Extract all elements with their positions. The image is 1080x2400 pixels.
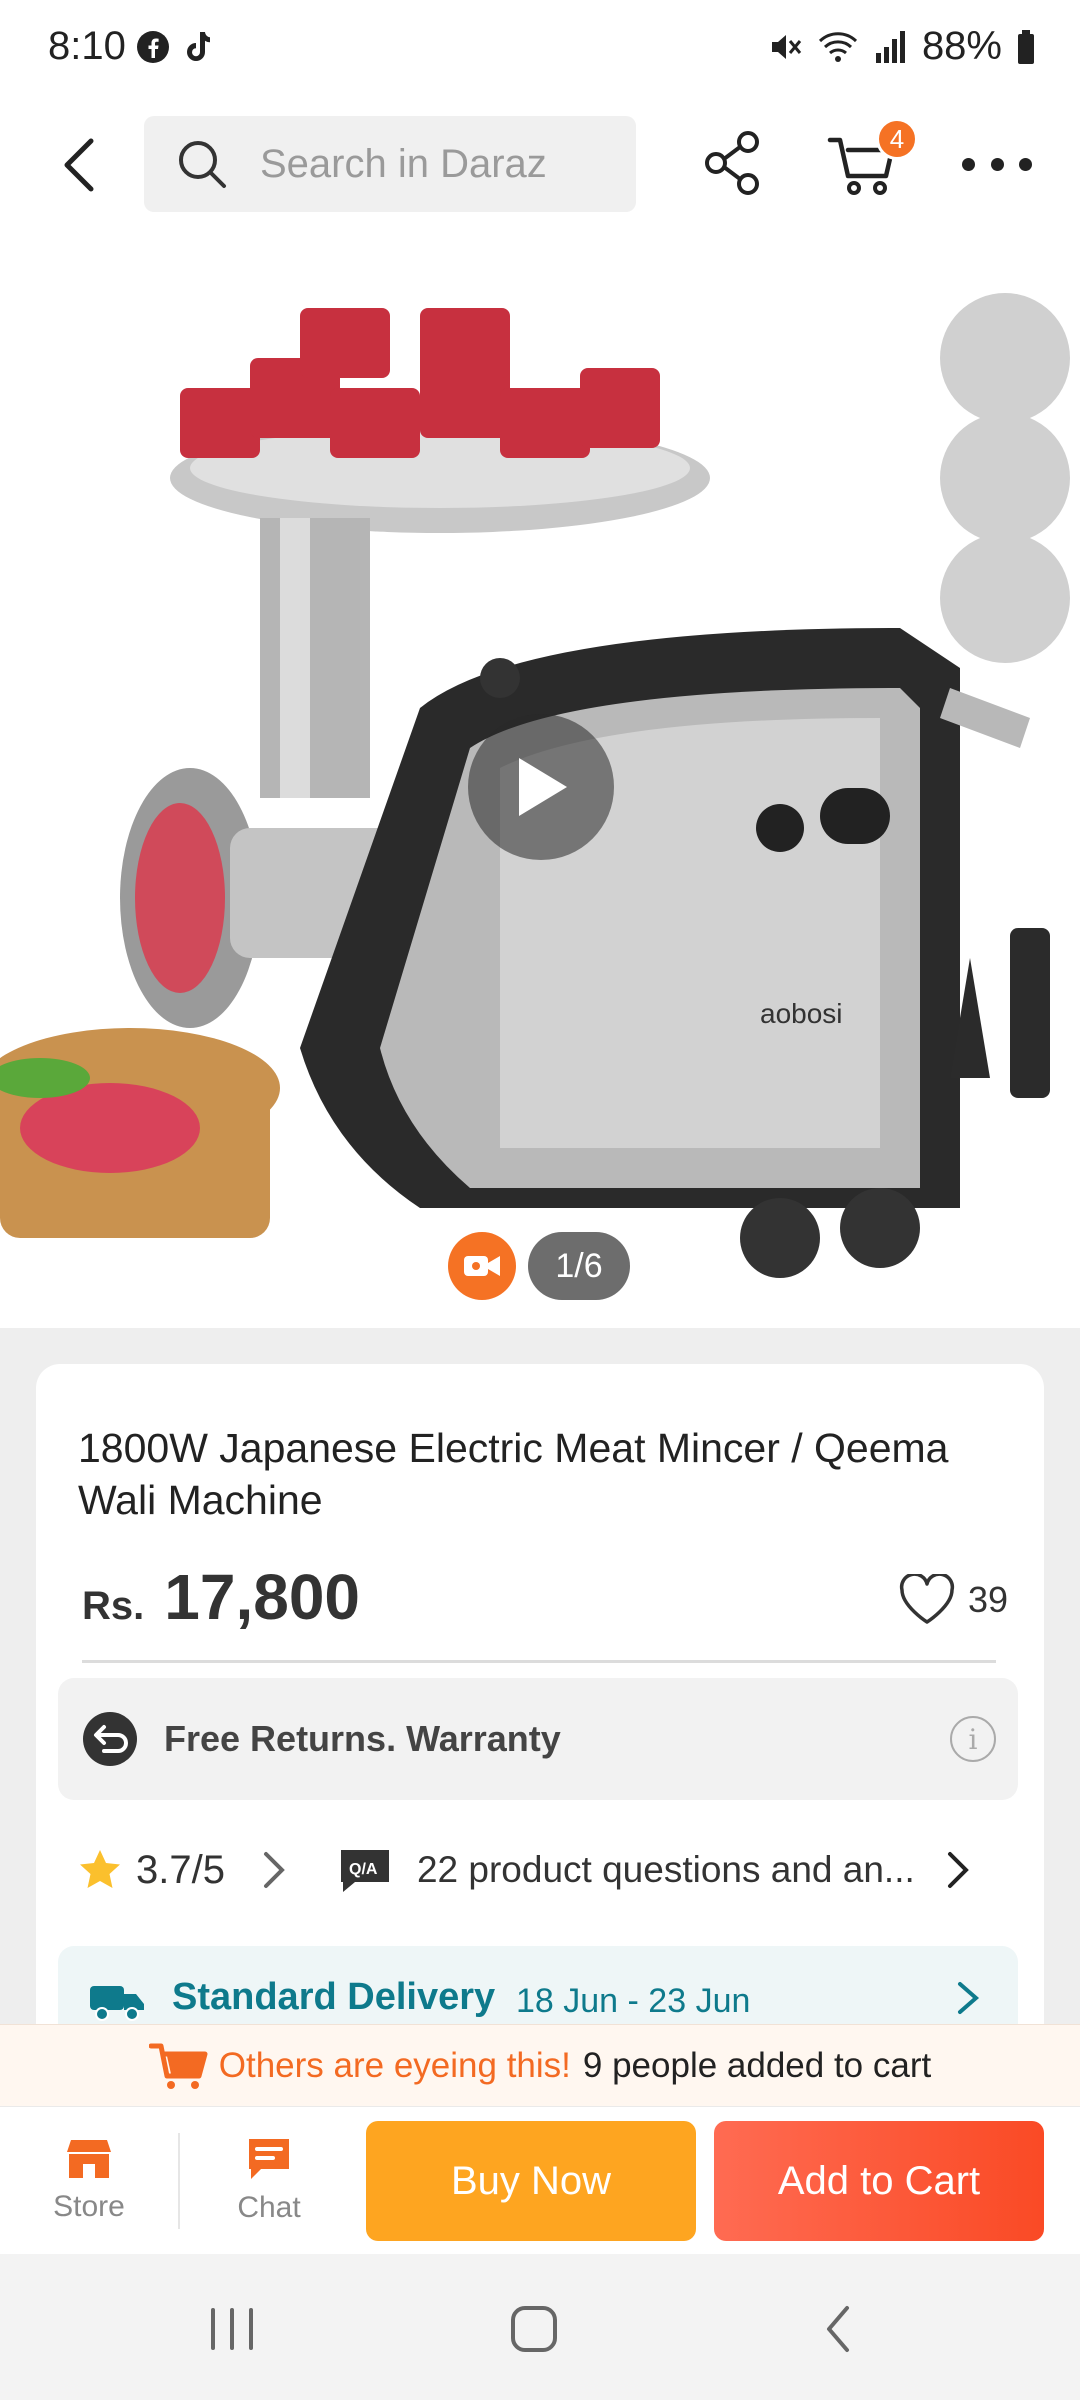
bottom-action-bar: Store Chat Buy Now Add to Cart — [0, 2106, 1080, 2254]
search-input[interactable]: Search in Daraz — [144, 116, 636, 212]
more-dot-icon — [962, 157, 975, 171]
svg-text:Q/A: Q/A — [349, 1861, 378, 1878]
share-button[interactable] — [698, 128, 768, 198]
buy-now-button[interactable]: Buy Now — [366, 2121, 696, 2241]
wishlist-count: 39 — [967, 1579, 1008, 1620]
eyeing-highlight: Others are eyeing this! — [218, 2045, 571, 2085]
heart-icon — [899, 1574, 955, 1624]
back-button[interactable] — [44, 130, 114, 200]
search-placeholder: Search in Daraz — [260, 141, 547, 186]
chevron-left-icon — [64, 138, 94, 192]
recent-apps-button[interactable] — [192, 2294, 272, 2364]
delivery-label: Standard Delivery — [172, 1976, 496, 2018]
play-icon — [519, 758, 567, 816]
status-time: 8:10 — [48, 24, 126, 68]
add-to-cart-button[interactable]: Add to Cart — [714, 2121, 1044, 2241]
wifi-icon — [818, 31, 857, 62]
rating-qa-row: 3.7/5 Q/A 22 product questions and an... — [78, 1840, 1008, 1900]
gallery-page-indicator: 1/6 — [528, 1232, 630, 1300]
system-navigation-bar — [0, 2254, 1080, 2400]
battery-icon — [1018, 29, 1034, 64]
tiktok-icon — [187, 32, 210, 61]
divider — [178, 2133, 180, 2229]
product-info-card: 1800W Japanese Electric Meat Mincer / Qe… — [36, 1364, 1044, 2064]
play-video-button[interactable] — [468, 714, 614, 860]
chevron-left-icon — [827, 2306, 849, 2352]
top-nav-bar: Search in Daraz 4 — [0, 100, 1080, 248]
delivery-truck-icon — [90, 1986, 144, 2021]
home-icon — [511, 2306, 557, 2352]
product-image-gallery[interactable]: aobosi 1/6 — [0, 248, 1080, 1328]
cart-count-badge: 4 — [876, 118, 918, 160]
chat-icon — [249, 2139, 289, 2179]
returns-warranty-text: Free Returns. Warranty — [164, 1718, 561, 1759]
cart-icon — [148, 2043, 208, 2089]
video-camera-icon — [464, 1256, 500, 1276]
facebook-icon — [137, 31, 169, 63]
svg-text:aobosi: aobosi — [760, 998, 843, 1029]
chat-label: Chat — [237, 2191, 301, 2224]
product-title: 1800W Japanese Electric Meat Mincer / Qe… — [78, 1425, 949, 1523]
status-bar: 8:10 88% — [0, 0, 1080, 100]
chevron-right-icon[interactable] — [945, 1850, 971, 1890]
qa-link[interactable]: 22 product questions and an... — [417, 1849, 915, 1891]
qa-icon: Q/A — [340, 1850, 389, 1892]
chat-button[interactable]: Chat — [184, 2107, 354, 2255]
rating-value[interactable]: 3.7/5 — [136, 1848, 225, 1893]
info-icon[interactable]: i — [950, 1716, 996, 1762]
more-dot-icon — [1019, 157, 1032, 171]
more-dot-icon — [990, 157, 1004, 171]
share-icon — [705, 131, 759, 195]
mute-icon — [771, 34, 802, 59]
battery-percentage: 88% — [921, 24, 1002, 68]
chevron-right-icon[interactable] — [261, 1850, 287, 1890]
store-icon — [67, 2140, 111, 2178]
signal-icon — [875, 30, 905, 63]
store-button[interactable]: Store — [4, 2107, 174, 2255]
status-notification-icons — [136, 30, 214, 64]
price-row: Rs. 17,800 — [82, 1560, 360, 1634]
price-value: 17,800 — [164, 1561, 360, 1633]
star-icon — [80, 1850, 120, 1888]
system-back-button[interactable] — [798, 2294, 878, 2364]
returns-warranty-row[interactable]: Free Returns. Warranty i — [58, 1678, 1018, 1800]
more-options-button[interactable] — [962, 146, 1032, 182]
store-label: Store — [53, 2190, 125, 2223]
status-system-icons: 88% — [768, 24, 1036, 69]
price-currency: Rs. — [82, 1584, 145, 1628]
return-icon — [82, 1711, 138, 1767]
home-button[interactable] — [494, 2294, 574, 2364]
video-tab-button[interactable] — [448, 1232, 516, 1300]
recent-apps-icon — [211, 2308, 253, 2350]
divider — [82, 1660, 996, 1663]
search-icon — [172, 134, 232, 194]
delivery-date: 18 Jun - 23 Jun — [516, 1982, 751, 2020]
wishlist-button[interactable]: 39 — [898, 1574, 1008, 1626]
social-proof-banner: Others are eyeing this! 9 people added t… — [0, 2024, 1080, 2106]
eyeing-text: 9 people added to cart — [582, 2045, 932, 2085]
chevron-right-icon — [958, 1982, 980, 2014]
